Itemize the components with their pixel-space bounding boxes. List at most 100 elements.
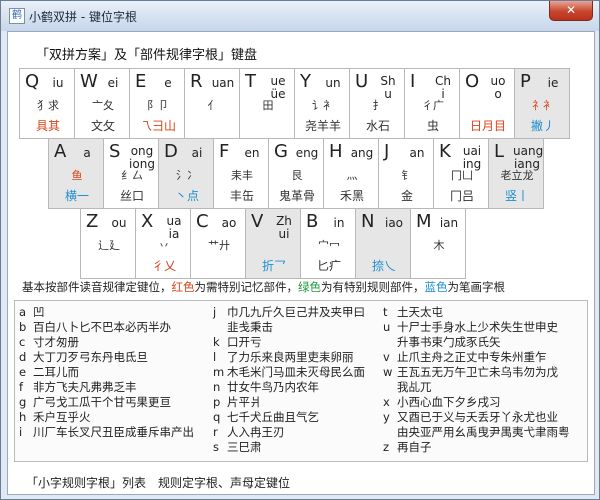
list-item-roots: 止爪主舟之正丈中专朱州重乍: [397, 350, 547, 364]
key-z: Zou 辶廴: [80, 208, 136, 279]
root-list-column-2: j 巾几九斤久巨己井及夹甲曰 韭戋秉击 k 口开亏 l 了力乐来良两里吏耒卵丽 m 木毛米门马皿…: [213, 305, 365, 455]
key-component: 艹廾: [208, 239, 230, 252]
key-j: Jan 钅金: [378, 138, 434, 209]
list-item-roots: 二耳儿而: [33, 365, 79, 379]
key-component: 阝卩: [147, 99, 169, 112]
key-letter: H: [329, 141, 343, 162]
list-item-key: q: [213, 410, 221, 424]
list-item-roots: 片平爿: [227, 395, 262, 409]
list-item-roots: 十尸士手身水上少术失生世申史: [397, 320, 558, 334]
key-letter: N: [361, 211, 375, 232]
list-item-key: d: [19, 350, 27, 364]
list-item-key: y: [383, 410, 390, 424]
key-component: 田: [262, 99, 274, 112]
list-item: g 广弓戈工瓜干个甘丐果更亘: [19, 395, 194, 410]
key-h: Hang 灬禾黑: [323, 138, 379, 209]
key-e: Ee 阝卩 乁彐山: [129, 68, 185, 139]
list-item-key: k: [213, 335, 220, 349]
key-root: 尧羊羊: [304, 119, 341, 133]
key-final: ang: [350, 146, 374, 160]
list-item: k 口开亏: [213, 335, 365, 350]
list-item-roots: 禾户互乎火: [33, 410, 91, 424]
key-component: 亠夂: [92, 99, 114, 112]
key-final: uan: [211, 76, 235, 90]
key-component: 鱼: [71, 169, 83, 182]
key-o: Ouo o 日月目: [459, 68, 515, 139]
list-item-roots: 寸才匆册: [33, 335, 79, 349]
key-component: 氵冫: [176, 169, 198, 182]
title-bar[interactable]: 鹤 小鹤双拼 - 键位字根 ✕: [1, 1, 599, 31]
list-item-roots: 三巳肃: [227, 440, 262, 454]
list-item-key: n: [213, 380, 221, 394]
key-component: 辶廴: [98, 239, 120, 252]
list-item-roots: 巾几九斤久巨己井及夹甲曰: [227, 305, 365, 319]
list-item: d 大丁刀歹弓东丹电氐旦: [19, 350, 194, 365]
list-item-key: t: [383, 305, 388, 319]
list-item-key: s: [213, 440, 219, 454]
list-item-key: v: [383, 350, 390, 364]
key-final: un: [325, 76, 341, 90]
key-component: 丷: [158, 239, 170, 252]
note-green-word: 绿色: [298, 280, 321, 294]
list-item-roots: 百白八卜匕不巴本必丙半办: [33, 320, 171, 334]
list-item-roots: 廿女牛鸟乃内农年: [227, 380, 319, 394]
key-root: 折乛: [261, 259, 286, 273]
key-root: 日月目: [469, 119, 506, 133]
key-letter: B: [306, 211, 319, 232]
close-button[interactable]: ✕: [549, 1, 593, 21]
key-component: 木: [433, 239, 445, 252]
list-item-key: [213, 320, 227, 335]
list-item-key: [383, 335, 397, 350]
key-w: Wei 亠夂 文攵: [74, 68, 130, 139]
key-final: uo o: [490, 74, 506, 101]
list-item: n 廿女牛鸟乃内农年: [213, 380, 365, 395]
key-final: eng: [295, 146, 319, 160]
key-final: ei: [107, 76, 119, 90]
key-x: Xua ia 丷彳乂: [135, 208, 191, 279]
list-item: p 片平爿: [213, 395, 365, 410]
key-letter: T: [245, 71, 256, 92]
list-item: h 禾户互乎火: [19, 410, 194, 425]
list-item-roots: 口开亏: [227, 335, 262, 349]
key-component: 耒丰: [231, 169, 253, 182]
key-letter: U: [355, 71, 369, 92]
list-item-key: i: [19, 425, 23, 439]
key-final: ai: [191, 146, 203, 160]
key-root: 撇丿: [530, 119, 555, 133]
list-item: j 巾几九斤久巨己井及夹甲曰: [213, 305, 365, 320]
key-s: Song iong 纟厶 丝口: [103, 138, 159, 209]
app-window: 鹤 小鹤双拼 - 键位字根 ✕ 「双拼方案」及「部件规律字根」键盘 Qiu 犭求具…: [0, 0, 600, 500]
list-item: c 寸才匆册: [19, 335, 194, 350]
list-item: 我乩兀: [383, 380, 570, 395]
key-root: 匕疒: [316, 259, 341, 273]
list-item-key: p: [213, 395, 221, 409]
key-r: Ruan 亻: [184, 68, 240, 139]
list-item-key: h: [19, 410, 27, 424]
key-final: ou: [111, 216, 127, 230]
key-component: 彳广: [422, 99, 444, 112]
list-item: z 再自子: [383, 440, 570, 455]
list-item: l 了力乐来良两里吏耒卵丽: [213, 350, 365, 365]
list-item: b 百白八卜匕不巴本必丙半办: [19, 320, 194, 335]
key-v: V Zh ui 折乛: [245, 208, 301, 279]
key-letter: Y: [300, 71, 311, 92]
list-item-roots: 非方飞夫凡弗弗乏丰: [33, 380, 137, 394]
list-item: x 小西心血下夕乡戌习: [383, 395, 570, 410]
key-root: 彳乂: [151, 259, 176, 273]
list-item-roots: 川厂车长叉尺丑臣成垂斥串产出: [33, 425, 194, 439]
key-root: 冂吕: [449, 189, 474, 203]
key-letter: Q: [25, 71, 40, 92]
list-item: t 土天太屯: [383, 305, 570, 320]
key-root: 水石: [365, 119, 390, 133]
key-letter: E: [135, 71, 147, 92]
key-letter: J: [384, 141, 390, 162]
key-c: Cao 艹廾: [190, 208, 246, 279]
key-component: 冂凵: [451, 169, 473, 182]
list-item: u 十尸士手身水上少术失生世申史: [383, 320, 570, 335]
list-item-roots: 我乩兀: [397, 380, 432, 394]
key-letter: O: [465, 71, 480, 92]
list-item-roots: 由央亚严用幺禹曳尹禺夷弋聿雨粤: [397, 425, 570, 439]
list-item-key: j: [213, 305, 217, 319]
key-root: 乁彐山: [139, 119, 176, 133]
note-text-2: 为需特别记忆部件，: [194, 280, 299, 294]
